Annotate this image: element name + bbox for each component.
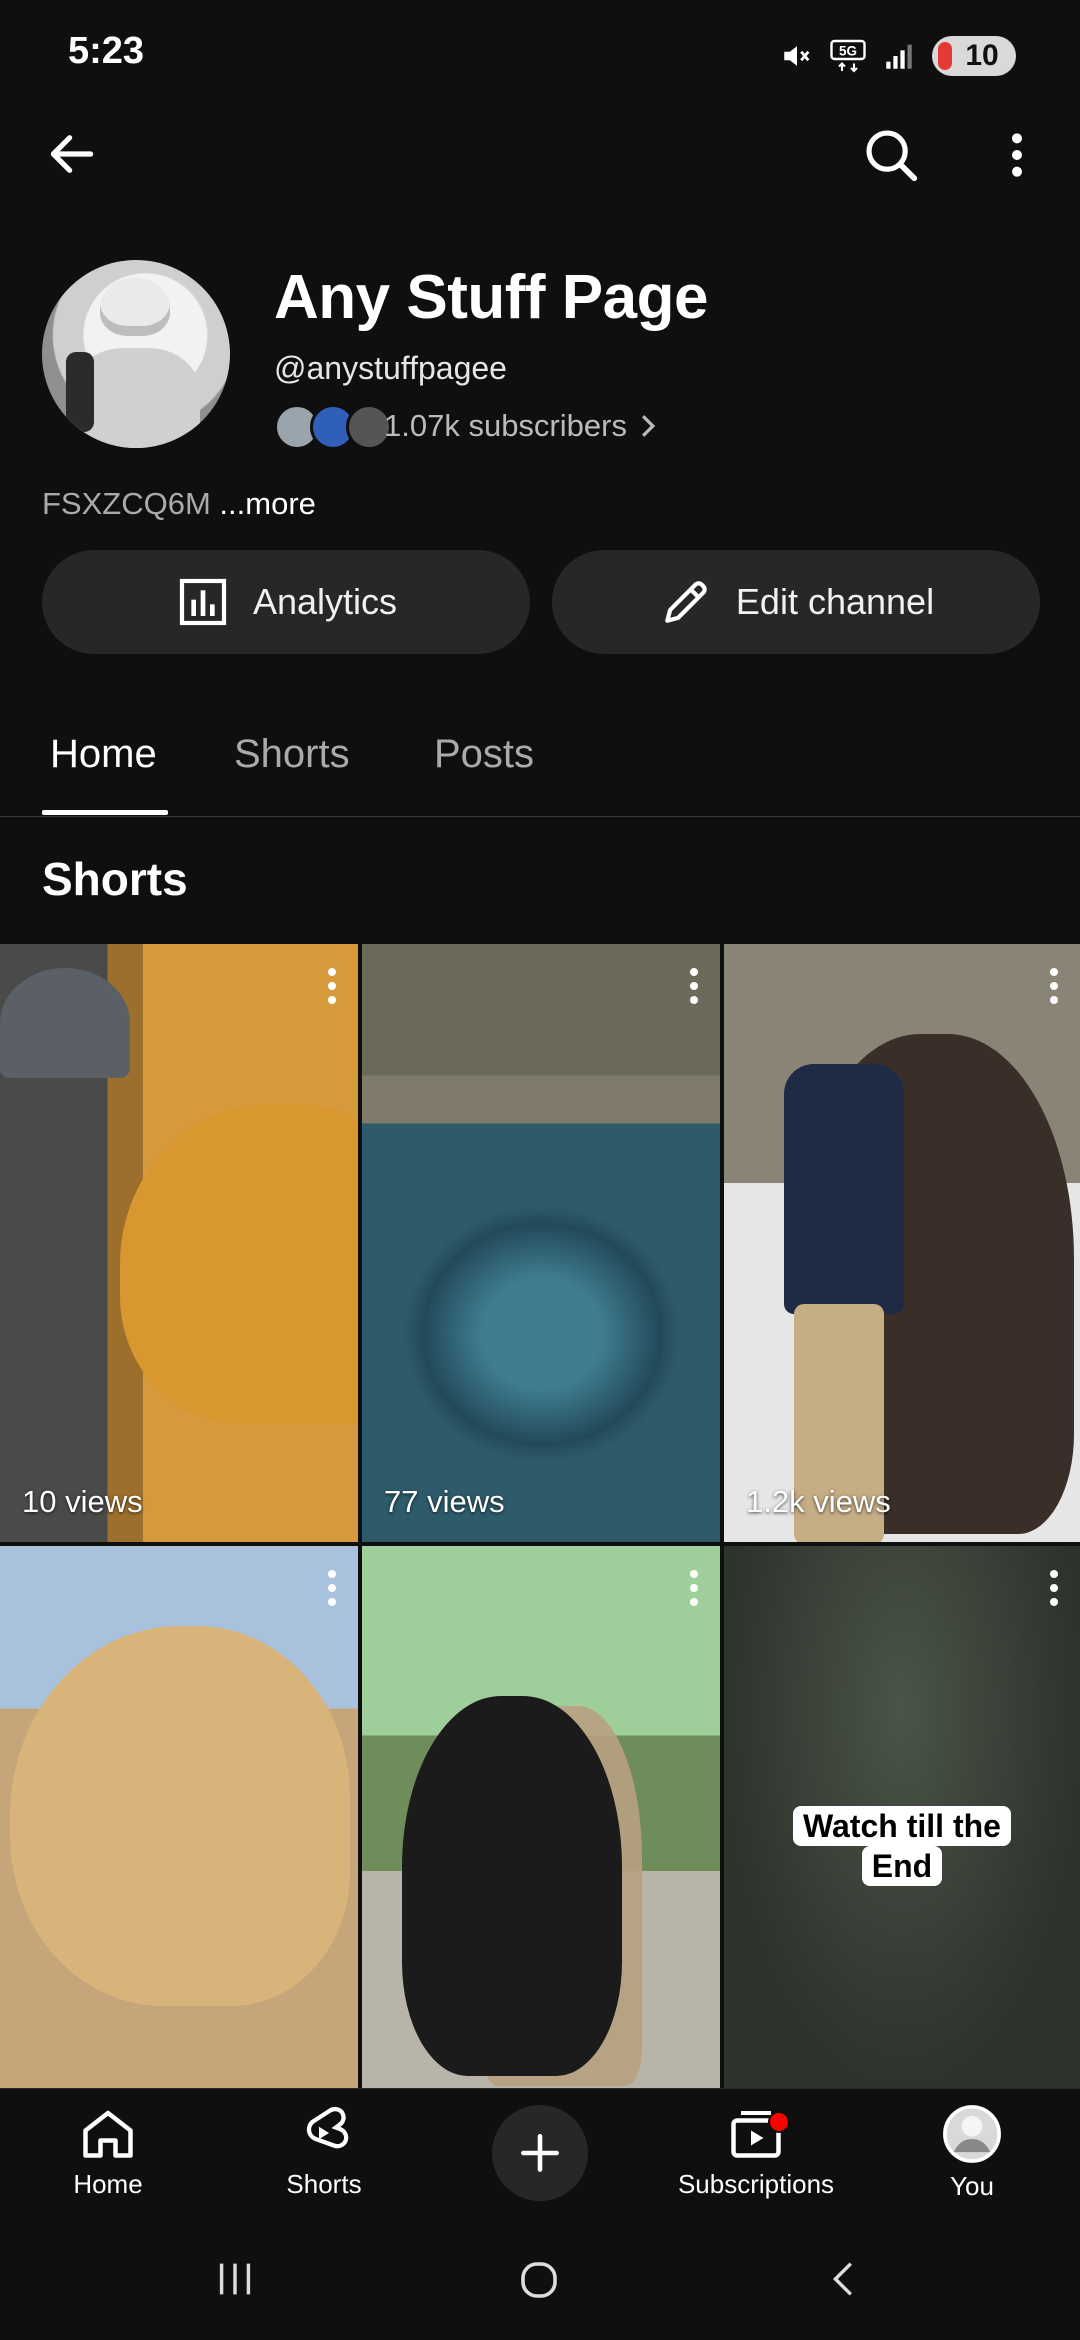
battery-level: 10 (965, 39, 999, 72)
profile-avatar-icon (943, 2105, 1001, 2163)
plus-icon (521, 2134, 559, 2172)
analytics-button[interactable]: Analytics (42, 550, 530, 654)
short-thumbnail[interactable] (362, 1546, 720, 2088)
back-button[interactable] (44, 126, 100, 187)
more-vertical-icon[interactable] (690, 968, 698, 1010)
more-vertical-icon[interactable] (328, 1570, 336, 1612)
more-vertical-icon (1012, 133, 1022, 177)
nav-subscriptions[interactable]: Subscriptions (666, 2103, 846, 2200)
tab-home[interactable]: Home (50, 732, 157, 777)
nav-shorts-label: Shorts (286, 2169, 362, 2199)
network-5g-icon: 5G (830, 39, 866, 73)
system-navigation-bar (0, 2220, 1080, 2340)
more-vertical-icon[interactable] (1050, 968, 1058, 1010)
status-time: 5:23 (68, 30, 145, 72)
tab-shorts[interactable]: Shorts (234, 732, 350, 777)
battery-indicator: 10 (932, 36, 1016, 76)
short-views: 10 views (22, 1484, 143, 1519)
arrow-left-icon (50, 135, 94, 173)
short-thumbnail[interactable]: Watch till the End (724, 1546, 1080, 2088)
analytics-label: Analytics (252, 581, 398, 622)
more-options-button[interactable] (1004, 130, 1030, 185)
shorts-icon (306, 2106, 349, 2149)
subscriber-count: 1.07k subscribers (384, 408, 627, 443)
channel-avatar[interactable] (42, 260, 230, 448)
home-system-icon[interactable] (515, 2256, 563, 2304)
status-icons: 5G 10 (780, 36, 1016, 76)
svg-text:5G: 5G (839, 43, 857, 58)
channel-handle: @anystuffpagee (274, 350, 507, 386)
search-icon (866, 130, 918, 182)
more-vertical-icon[interactable] (690, 1570, 698, 1612)
subscriber-avatars[interactable] (274, 404, 392, 450)
channel-description[interactable]: FSXZCQ6M ...more (42, 486, 316, 522)
chevron-right-icon (641, 415, 656, 437)
short-views: 77 views (384, 1484, 505, 1519)
bar-chart-icon (179, 578, 227, 626)
mute-icon (784, 46, 810, 66)
subscribers-link[interactable]: 1.07k subscribers (384, 408, 657, 444)
short-thumbnail[interactable]: 1.2k views (724, 944, 1080, 1542)
nav-you-label: You (950, 2171, 994, 2201)
recent-apps-icon[interactable] (212, 2256, 258, 2302)
nav-shorts[interactable]: Shorts (234, 2103, 414, 2200)
more-vertical-icon[interactable] (328, 968, 336, 1010)
pencil-icon (665, 581, 707, 623)
channel-name: Any Stuff Page (274, 263, 708, 332)
short-thumbnail[interactable]: 77 views (362, 944, 720, 1542)
caption-line: Watch till the (793, 1806, 1011, 1846)
more-link[interactable]: ...more (219, 486, 315, 521)
description-text: FSXZCQ6M (42, 486, 211, 521)
signal-icon (886, 44, 912, 69)
nav-subscriptions-label: Subscriptions (677, 2169, 835, 2199)
notification-dot (768, 2111, 790, 2133)
back-system-icon[interactable] (822, 2256, 868, 2302)
bottom-navigation: Home Shorts Subscriptions You (0, 2088, 1080, 2221)
nav-you[interactable]: You (882, 2103, 1062, 2202)
shorts-section-title: Shorts (42, 853, 188, 905)
shorts-grid: 10 views 77 views 1.2k views Watch till … (0, 944, 1080, 2088)
tab-posts[interactable]: Posts (434, 732, 534, 777)
channel-tabs: Home Shorts Posts (0, 722, 1080, 817)
nav-home-label: Home (73, 2169, 143, 2199)
short-thumbnail[interactable]: 10 views (0, 944, 358, 1542)
edit-channel-button[interactable]: Edit channel (552, 550, 1040, 654)
short-thumbnail[interactable] (0, 1546, 358, 2088)
create-button[interactable] (492, 2105, 588, 2201)
search-button[interactable] (860, 124, 922, 191)
short-caption: Watch till the End (724, 1806, 1080, 1886)
caption-line: End (861, 1846, 943, 1886)
nav-home[interactable]: Home (18, 2103, 198, 2200)
more-vertical-icon[interactable] (1050, 1570, 1058, 1612)
edit-channel-label: Edit channel (735, 581, 935, 622)
home-icon (83, 2110, 133, 2158)
active-tab-indicator (42, 810, 168, 815)
short-views: 1.2k views (746, 1484, 891, 1519)
